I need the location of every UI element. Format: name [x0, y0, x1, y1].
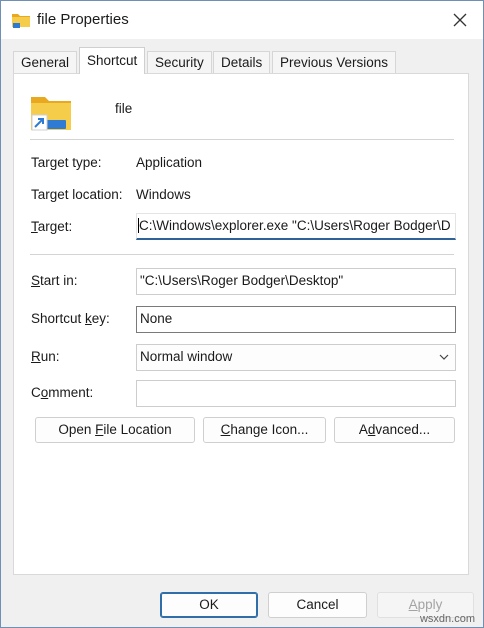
target-location-value: Windows — [136, 187, 191, 202]
change-icon-button[interactable]: Change Icon... — [203, 417, 326, 443]
ok-button[interactable]: OK — [160, 592, 258, 618]
tab-shortcut[interactable]: Shortcut — [79, 47, 146, 74]
target-type-label: Target type: — [31, 155, 102, 170]
target-label: Target: — [31, 219, 73, 234]
shortcut-panel: file Target type: Application Target loc… — [13, 73, 469, 575]
divider — [30, 139, 454, 140]
shortcut-key-label: Shortcut key: — [31, 311, 110, 326]
divider — [30, 254, 454, 255]
target-value: C:\Windows\explorer.exe "C:\Users\Roger … — [139, 218, 451, 233]
title-bar: file Properties — [1, 1, 483, 39]
tab-security[interactable]: Security — [147, 51, 212, 73]
close-icon — [453, 13, 467, 27]
chevron-down-icon — [439, 354, 449, 360]
run-select[interactable]: Normal window — [136, 344, 456, 371]
tab-previous-versions[interactable]: Previous Versions — [272, 51, 397, 73]
target-location-label: Target location: — [31, 187, 123, 202]
window-title: file Properties — [37, 11, 129, 28]
comment-label: Comment: — [31, 385, 94, 400]
cancel-button[interactable]: Cancel — [268, 592, 367, 618]
start-in-input[interactable]: "C:\Users\Roger Bodger\Desktop" — [136, 268, 456, 295]
close-button[interactable] — [437, 1, 483, 39]
folder-shortcut-icon — [30, 94, 72, 132]
advanced-button[interactable]: Advanced... — [334, 417, 455, 443]
run-value: Normal window — [140, 349, 233, 364]
comment-input[interactable] — [136, 380, 456, 407]
start-in-value: "C:\Users\Roger Bodger\Desktop" — [140, 273, 344, 288]
target-input[interactable]: C:\Windows\explorer.exe "C:\Users\Roger … — [136, 213, 456, 240]
watermark: wsxdn.com — [419, 613, 475, 625]
run-label: Run: — [31, 349, 60, 364]
target-type-value: Application — [136, 155, 203, 170]
shortcut-key-value: None — [140, 311, 173, 326]
shortcut-key-input[interactable]: None — [136, 306, 456, 333]
shortcut-name: file — [115, 101, 133, 116]
folder-icon — [11, 11, 31, 29]
tab-details[interactable]: Details — [213, 51, 271, 73]
start-in-label: Start in: — [31, 273, 78, 288]
open-file-location-button[interactable]: Open File Location — [35, 417, 195, 443]
properties-window: file Properties General Shortcut Securit… — [0, 0, 484, 628]
tab-general[interactable]: General — [13, 51, 78, 73]
